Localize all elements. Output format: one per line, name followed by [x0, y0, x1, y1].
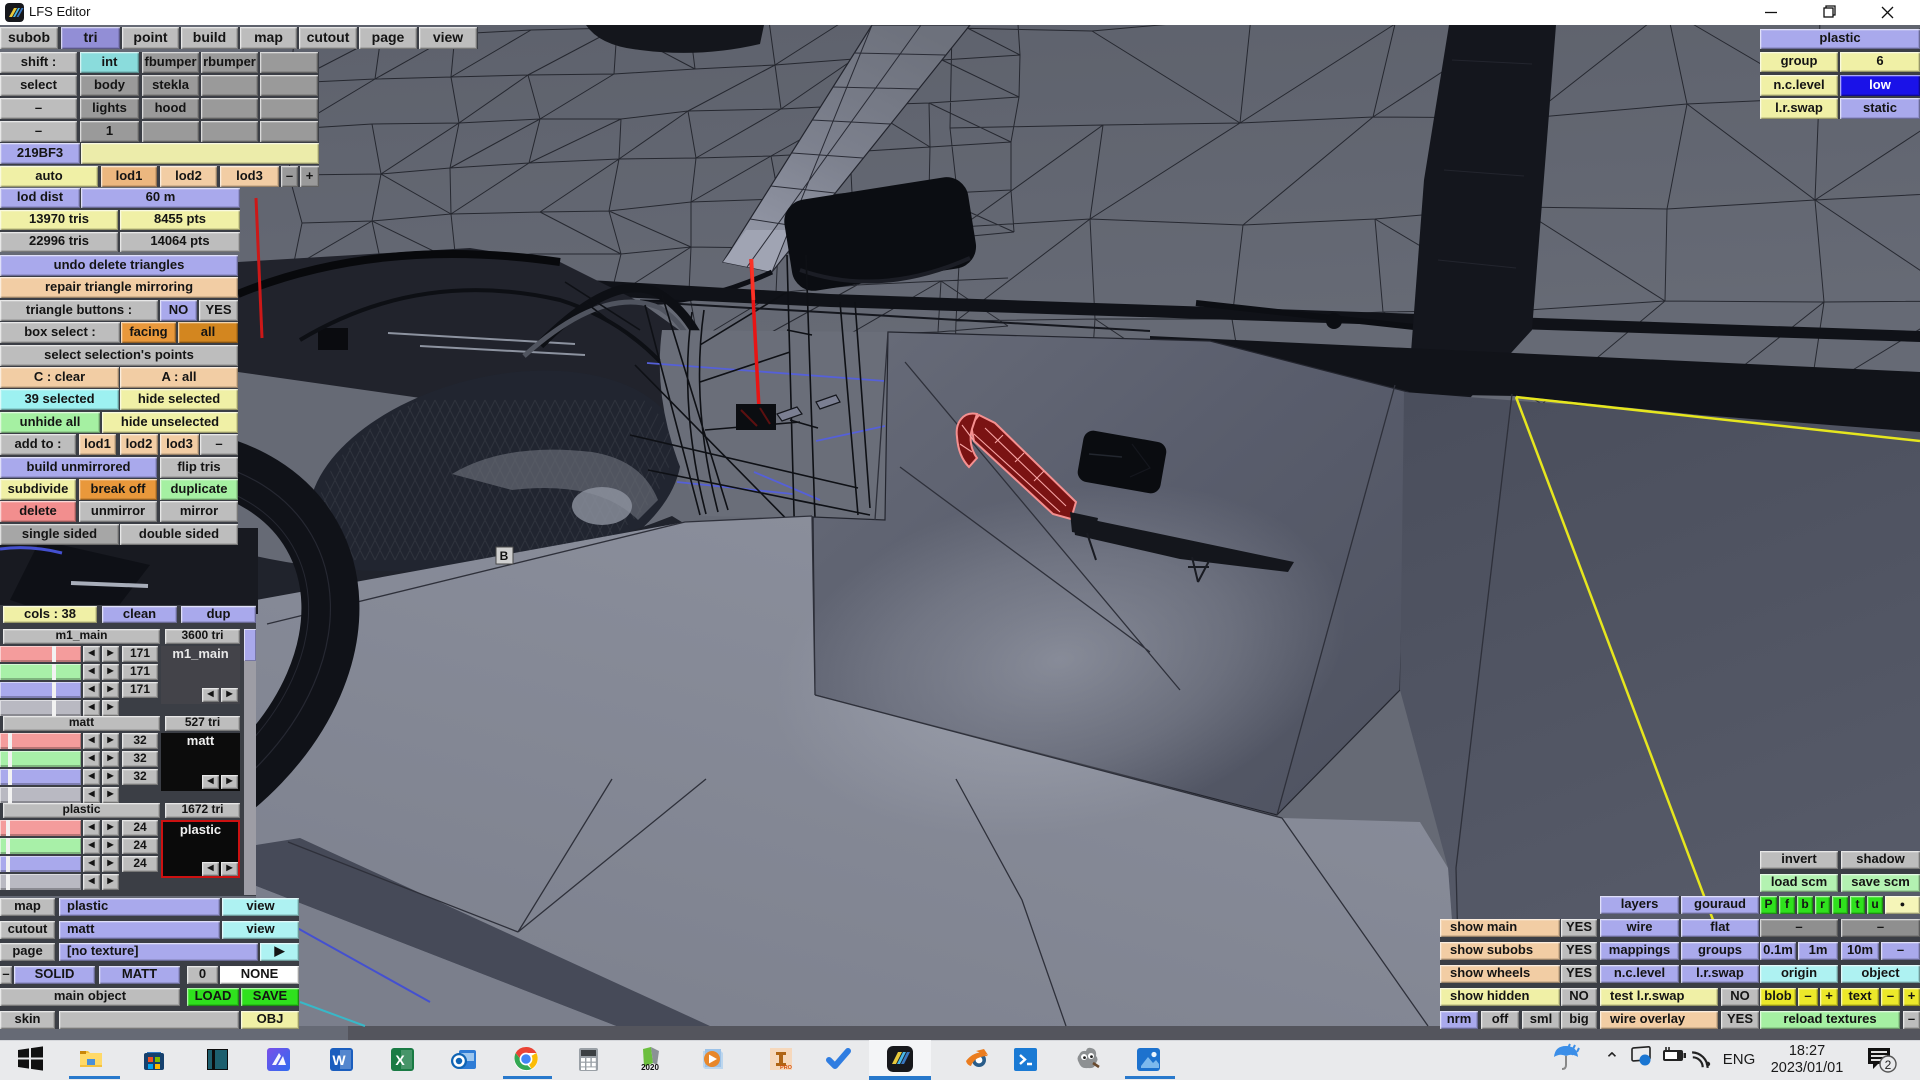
svg-text:B: B: [500, 549, 509, 563]
